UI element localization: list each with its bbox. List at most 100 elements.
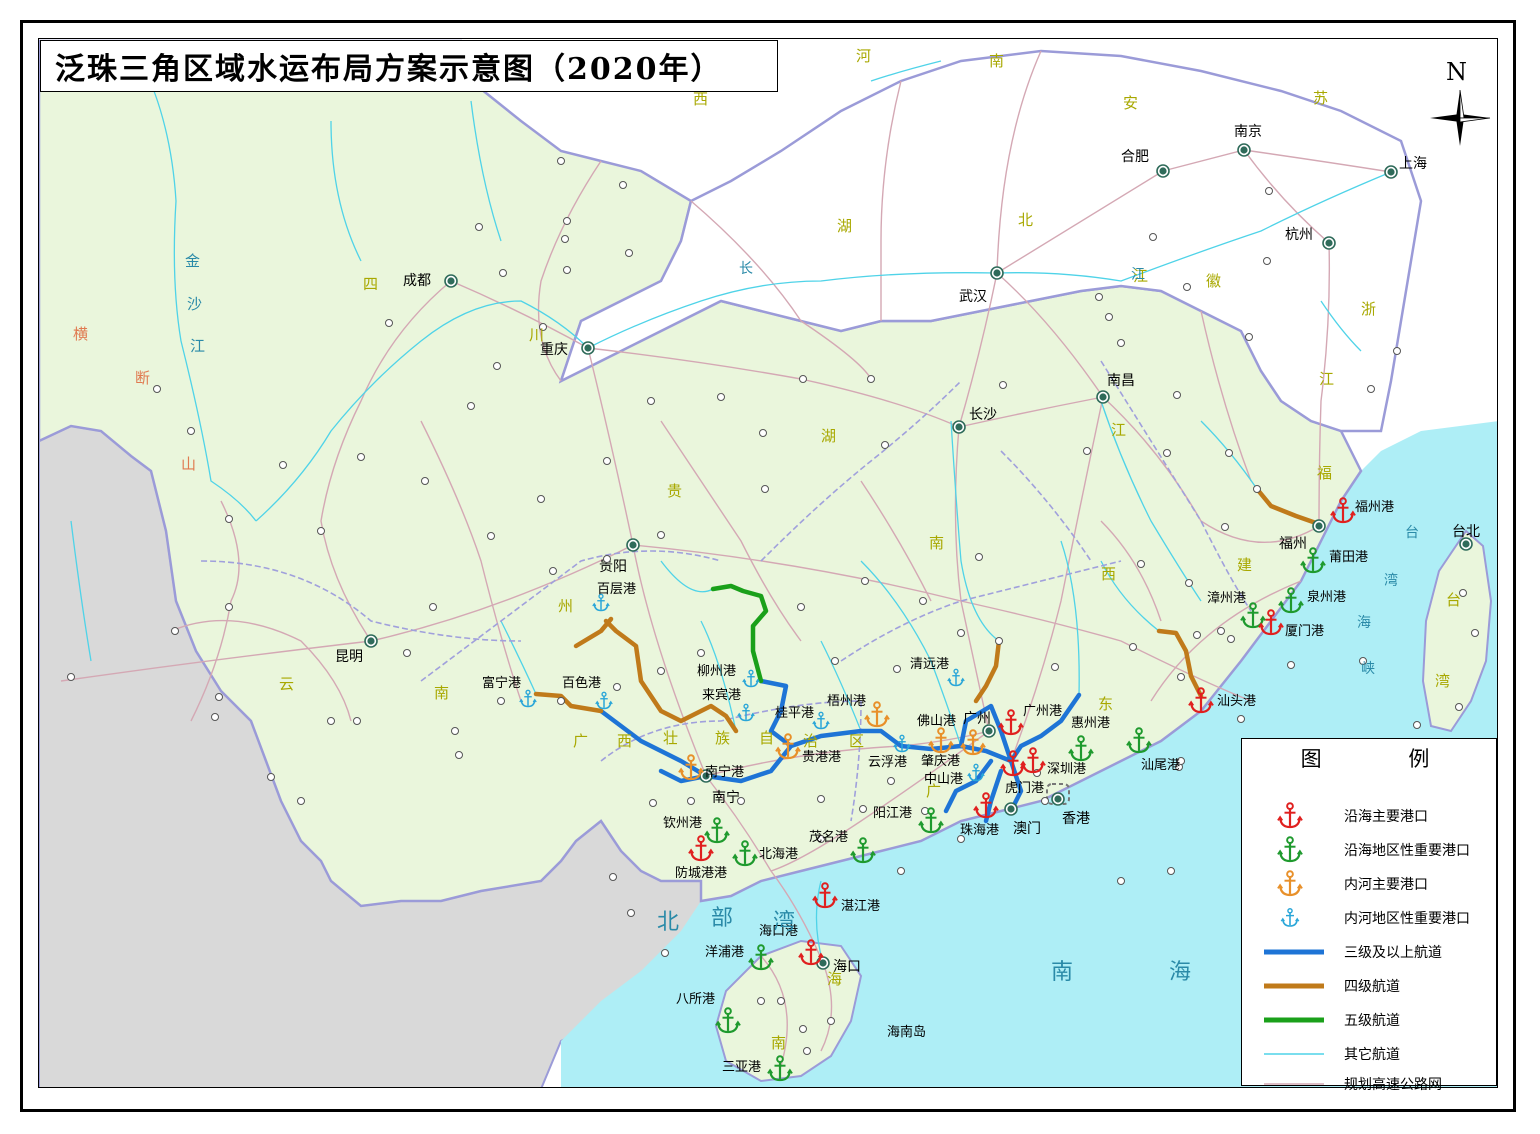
- city-label: 杭州: [1285, 227, 1313, 243]
- region-label: 徽: [1206, 272, 1221, 290]
- city-label: 贵阳: [599, 559, 627, 575]
- port-label: 汕尾港: [1141, 758, 1180, 773]
- port-label: 贵港港: [802, 750, 841, 765]
- highway-node: [1227, 635, 1235, 643]
- water-label: 部: [711, 906, 733, 931]
- highway-node: [403, 649, 411, 657]
- highway-node: [327, 717, 335, 725]
- highway-node: [563, 217, 571, 225]
- highway-node: [657, 531, 665, 539]
- highway-node: [549, 567, 557, 575]
- highway-node: [859, 805, 867, 813]
- water-label: 湾: [773, 910, 795, 935]
- region-label: 建: [1237, 556, 1252, 574]
- highway-node: [759, 429, 767, 437]
- north-label: N: [1446, 58, 1467, 86]
- city-label: 重庆: [540, 342, 568, 358]
- highway-node: [995, 637, 1003, 645]
- city-label: 澳门: [1013, 821, 1041, 837]
- legend-item: 五级航道: [1242, 1003, 1498, 1037]
- highway-node: [887, 777, 895, 785]
- highway-node: [897, 867, 905, 875]
- city-label: 广州: [963, 711, 991, 727]
- highway-node: [827, 1017, 835, 1025]
- highway-node: [487, 532, 495, 540]
- city-label: 成都: [403, 273, 431, 289]
- highway-node: [1263, 257, 1271, 265]
- highway-node: [429, 603, 437, 611]
- highway-node: [717, 393, 725, 401]
- highway-node: [537, 495, 545, 503]
- highway-node: [385, 319, 393, 327]
- region-label: 西: [617, 732, 632, 750]
- water-label: 海: [1169, 960, 1191, 985]
- highway-node: [557, 697, 565, 705]
- port-label: 广州港: [1023, 704, 1062, 719]
- port-label: 虎门港: [1005, 781, 1044, 796]
- city-label: 上海: [1399, 156, 1427, 172]
- highway-node: [799, 1025, 807, 1033]
- water-label: 长: [739, 261, 753, 277]
- highway-node: [661, 949, 669, 957]
- highway-node: [1117, 339, 1125, 347]
- region-label: 南: [989, 52, 1004, 70]
- highway-node: [1237, 715, 1245, 723]
- highway-node: [975, 553, 983, 561]
- highway-node: [649, 799, 657, 807]
- region-label: 州: [558, 597, 573, 615]
- legend-title: 图 例: [1300, 747, 1470, 771]
- legend-label: 其它航道: [1344, 1047, 1400, 1063]
- legend-label: 沿海主要港口: [1344, 809, 1428, 825]
- water-label: 峡: [1361, 661, 1375, 677]
- water-label: 湾: [1384, 572, 1398, 589]
- highway-node: [757, 997, 765, 1005]
- highway-node: [1167, 867, 1175, 875]
- city-label: 台北: [1452, 524, 1480, 540]
- city-label: 香港: [1062, 811, 1090, 827]
- region-label: 湾: [1435, 672, 1450, 690]
- highway-node: [797, 603, 805, 611]
- port-label: 富宁港: [482, 675, 521, 691]
- highway-node: [613, 683, 621, 691]
- city-marker: 成都: [403, 273, 458, 289]
- highway-node: [1177, 673, 1185, 681]
- highway-node: [357, 453, 365, 461]
- legend-item: 沿海地区性重要港口: [1242, 833, 1498, 867]
- port-label: 梧州港: [827, 694, 866, 709]
- legend-item: 沿海主要港口: [1242, 799, 1498, 833]
- port-label: 莆田港: [1329, 550, 1368, 565]
- highway-node: [625, 249, 633, 257]
- highway-node: [67, 673, 75, 681]
- legend-label: 三级及以上航道: [1344, 945, 1442, 961]
- region-label: 江: [1111, 421, 1126, 439]
- city-label: 昆明: [335, 649, 363, 665]
- region-label: 西: [693, 90, 708, 108]
- port-label: 漳州港: [1207, 590, 1246, 606]
- port-label: 八所港: [676, 992, 715, 1007]
- highway-node: [557, 157, 565, 165]
- highway-node: [467, 402, 475, 410]
- city-label: 武汉: [959, 289, 987, 305]
- highway-node: [1173, 391, 1181, 399]
- region-label: 江: [1319, 370, 1334, 388]
- highway-node: [1095, 293, 1103, 301]
- legend-item: 三级及以上航道: [1242, 935, 1498, 969]
- highway-node: [499, 269, 507, 277]
- region-label: 西: [1101, 565, 1116, 583]
- highway-node: [1265, 187, 1273, 195]
- legend-item: 内河地区性重要港口: [1242, 901, 1498, 935]
- port-label: 深圳港: [1047, 762, 1086, 777]
- region-label: 广: [573, 732, 588, 750]
- region-label: 自: [759, 729, 774, 747]
- port-label: 阳江港: [873, 806, 912, 821]
- highway-node: [1253, 485, 1261, 493]
- highway-node: [225, 603, 233, 611]
- line-swatch: [1264, 949, 1324, 955]
- highway-node: [867, 375, 875, 383]
- port-label: 百色港: [562, 675, 601, 691]
- highway-node: [603, 457, 611, 465]
- region-label: 南: [929, 534, 944, 552]
- highway-node: [225, 515, 233, 523]
- port-label: 肇庆港: [921, 754, 960, 769]
- highway-node: [1471, 629, 1479, 637]
